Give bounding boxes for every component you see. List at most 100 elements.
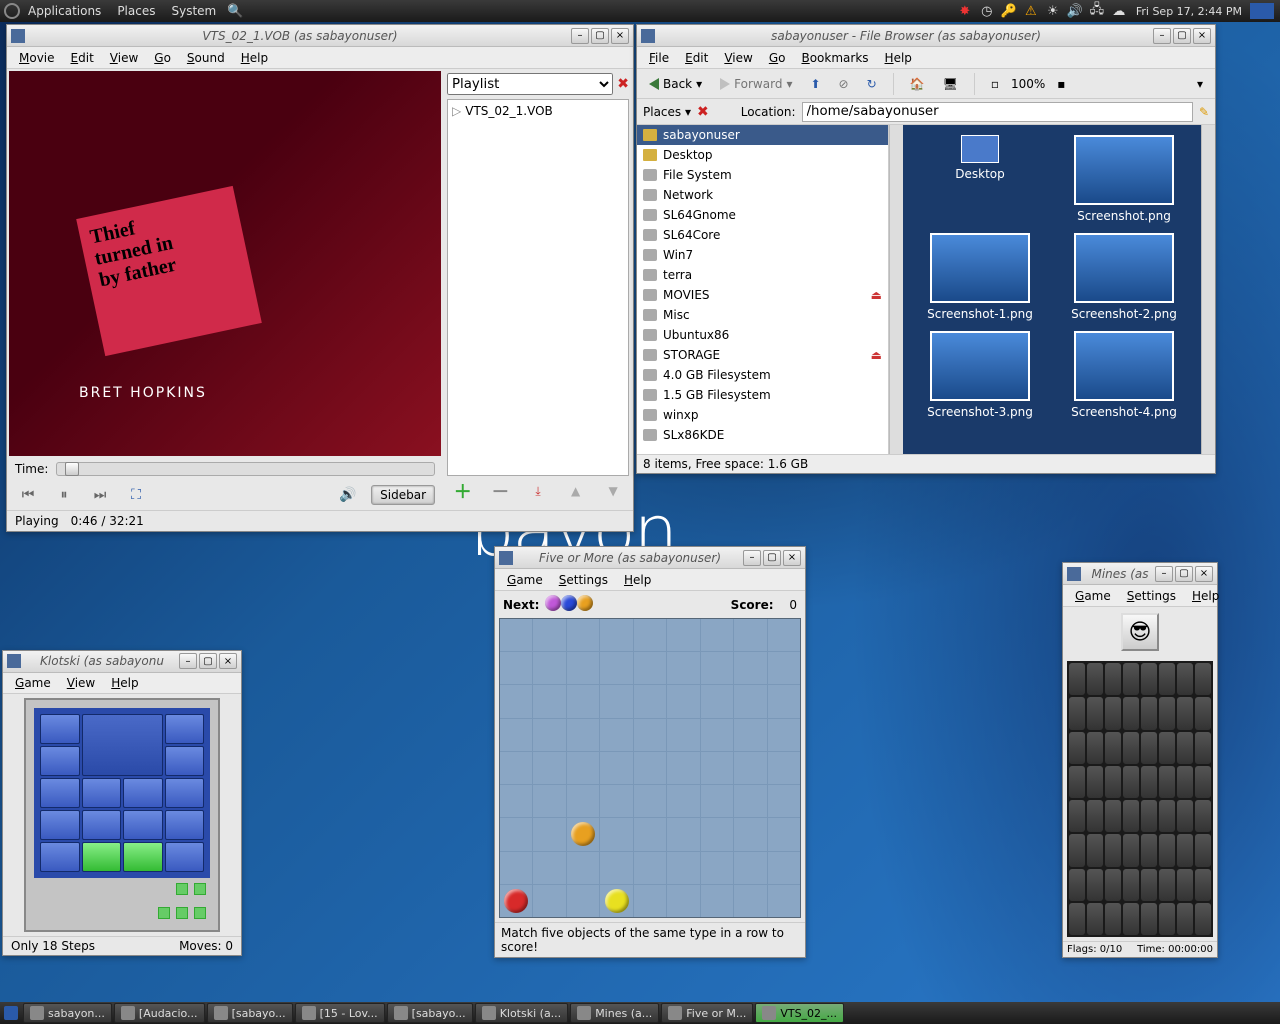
five-cell[interactable] (500, 685, 532, 717)
mine-cell[interactable] (1123, 766, 1139, 798)
panel-menu-applications[interactable]: Applications (20, 4, 109, 18)
save-playlist-icon[interactable]: ⤓ (529, 482, 547, 500)
five-cell[interactable] (701, 752, 733, 784)
five-cell[interactable] (667, 685, 699, 717)
five-cell[interactable] (768, 785, 800, 817)
next-button[interactable]: ⏭ (87, 484, 113, 506)
task-button[interactable]: sabayon... (23, 1003, 112, 1023)
mine-cell[interactable] (1195, 732, 1211, 764)
mine-cell[interactable] (1159, 834, 1175, 866)
playlist[interactable]: ▷ VTS_02_1.VOB (447, 99, 629, 476)
task-button[interactable]: [sabayo... (387, 1003, 473, 1023)
five-cell[interactable] (667, 885, 699, 917)
mine-cell[interactable] (1105, 834, 1121, 866)
menu-sound[interactable]: Sound (179, 51, 233, 65)
five-cell[interactable] (701, 885, 733, 917)
five-cell[interactable] (701, 685, 733, 717)
places-header[interactable]: Places ▾ (643, 105, 691, 119)
mine-cell[interactable] (1069, 800, 1085, 832)
mine-cell[interactable] (1177, 903, 1193, 935)
reload-button[interactable]: ↻ (861, 75, 883, 93)
mine-cell[interactable] (1087, 766, 1103, 798)
five-cell[interactable] (533, 785, 565, 817)
five-cell[interactable] (533, 852, 565, 884)
five-cell[interactable] (634, 818, 666, 850)
view-mode-button[interactable]: ▾ (1191, 75, 1209, 93)
five-cell[interactable] (567, 652, 599, 684)
five-cell[interactable] (533, 752, 565, 784)
titlebar[interactable]: Five or More (as sabayonuser) – ▢ × (495, 547, 805, 569)
five-cell[interactable] (634, 619, 666, 651)
mine-cell[interactable] (1177, 766, 1193, 798)
close-button[interactable]: × (219, 653, 237, 669)
task-button[interactable]: Mines (a... (570, 1003, 659, 1023)
video-area[interactable]: Thief turned in by father BRET HOPKINS (9, 71, 441, 456)
five-cell[interactable] (600, 852, 632, 884)
five-cell[interactable] (600, 619, 632, 651)
close-sidebar-icon[interactable]: ✖ (697, 104, 709, 120)
five-cell[interactable] (533, 619, 565, 651)
task-button[interactable]: [sabayo... (207, 1003, 293, 1023)
place-item[interactable]: Win7 (637, 245, 888, 265)
search-icon[interactable]: 🔍 (226, 2, 244, 20)
five-cell[interactable] (734, 885, 766, 917)
file-grid[interactable]: DesktopScreenshot.pngScreenshot-1.pngScr… (903, 125, 1201, 454)
five-cell[interactable] (667, 719, 699, 751)
mine-cell[interactable] (1087, 697, 1103, 729)
sidebar-scrollbar[interactable] (889, 125, 903, 454)
mine-cell[interactable] (1087, 663, 1103, 695)
place-item[interactable]: Desktop (637, 145, 888, 165)
file-item[interactable]: Screenshot-3.png (913, 331, 1047, 419)
place-item[interactable]: Ubuntux86 (637, 325, 888, 345)
menu-view[interactable]: View (59, 676, 103, 690)
five-cell[interactable] (734, 685, 766, 717)
volume-button[interactable]: 🔊 (335, 484, 361, 506)
five-cell[interactable] (567, 818, 599, 850)
playlist-selector[interactable]: Playlist (447, 73, 613, 95)
place-item[interactable]: Misc (637, 305, 888, 325)
five-cell[interactable] (667, 652, 699, 684)
files-scrollbar[interactable] (1201, 125, 1215, 454)
mine-cell[interactable] (1123, 663, 1139, 695)
mine-cell[interactable] (1069, 869, 1085, 901)
mine-cell[interactable] (1177, 834, 1193, 866)
mine-cell[interactable] (1141, 732, 1157, 764)
mine-cell[interactable] (1069, 834, 1085, 866)
minimize-button[interactable]: – (1153, 28, 1171, 44)
five-cell[interactable] (600, 818, 632, 850)
five-cell[interactable] (600, 652, 632, 684)
mine-cell[interactable] (1069, 663, 1085, 695)
network-icon[interactable]: 🖧 (1088, 2, 1106, 20)
mine-cell[interactable] (1159, 697, 1175, 729)
close-button[interactable]: × (1195, 566, 1213, 582)
menu-settings[interactable]: Settings (1119, 589, 1184, 603)
sidebar-toggle-button[interactable]: Sidebar (371, 485, 435, 505)
mine-cell[interactable] (1159, 800, 1175, 832)
five-cell[interactable] (734, 785, 766, 817)
mine-cell[interactable] (1195, 834, 1211, 866)
menu-settings[interactable]: Settings (551, 573, 616, 587)
warning-icon[interactable]: ⚠ (1022, 2, 1040, 20)
five-cell[interactable] (701, 852, 733, 884)
five-cell[interactable] (734, 852, 766, 884)
five-cell[interactable] (768, 652, 800, 684)
maximize-button[interactable]: ▢ (199, 653, 217, 669)
place-item[interactable]: 4.0 GB Filesystem (637, 365, 888, 385)
playlist-item[interactable]: ▷ VTS_02_1.VOB (452, 104, 624, 118)
minimize-button[interactable]: – (179, 653, 197, 669)
update-icon[interactable]: ✸ (956, 2, 974, 20)
place-item[interactable]: Network (637, 185, 888, 205)
mine-cell[interactable] (1087, 800, 1103, 832)
five-cell[interactable] (634, 685, 666, 717)
mine-cell[interactable] (1123, 732, 1139, 764)
mine-cell[interactable] (1159, 869, 1175, 901)
mine-cell[interactable] (1195, 869, 1211, 901)
add-icon[interactable]: ＋ (454, 482, 472, 500)
mine-cell[interactable] (1105, 766, 1121, 798)
menu-help[interactable]: Help (103, 676, 146, 690)
mine-cell[interactable] (1123, 697, 1139, 729)
mine-cell[interactable] (1159, 663, 1175, 695)
mine-cell[interactable] (1105, 800, 1121, 832)
mine-cell[interactable] (1141, 834, 1157, 866)
pause-button[interactable]: ⏸ (51, 484, 77, 506)
